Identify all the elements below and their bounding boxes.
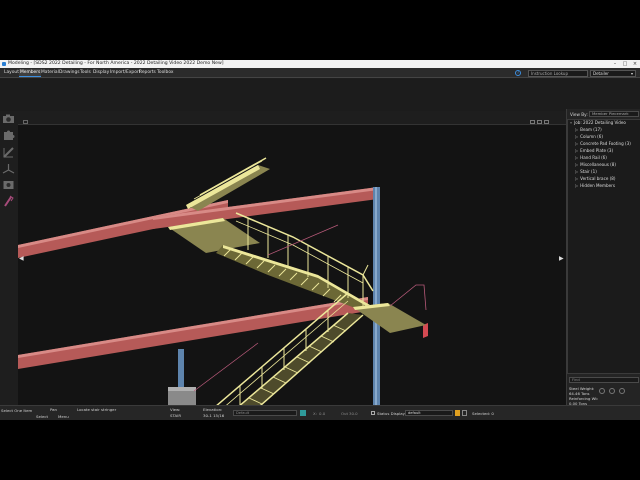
steel-model-drawing	[18, 157, 428, 420]
title-bar: Modeling - [SDS2 2022 Detailing - For No…	[0, 60, 640, 68]
help-circle-icon[interactable]: ?	[515, 69, 521, 76]
ribbon-area	[0, 79, 640, 111]
menu-import-export[interactable]: Import/Export	[109, 69, 141, 77]
stair-middle-flight	[216, 245, 370, 311]
settings-icon[interactable]	[462, 410, 467, 416]
x-label: X:	[313, 411, 317, 416]
locate-hint: Locate stair stringer	[77, 407, 117, 412]
model-viewport[interactable]	[18, 124, 566, 420]
x-value: 0.0	[319, 411, 326, 416]
chevron-right-icon: ▷	[575, 148, 579, 153]
tree-item-beam[interactable]: ▷ Beam (17)	[575, 127, 602, 133]
status-display-label: Status Display	[377, 411, 405, 416]
menu-toolbox[interactable]: Toolbox	[156, 69, 174, 77]
chevron-right-icon: ▷	[575, 176, 579, 181]
member-tree-panel: View By: Member Piecemark ▿ Job: 2022 Det…	[566, 109, 640, 406]
status-display-select[interactable]: default	[405, 410, 453, 416]
color-swatch-icon[interactable]	[300, 410, 306, 416]
status-display-checkbox[interactable]	[371, 411, 375, 415]
chevron-right-icon: ▷	[575, 141, 579, 146]
tree-item-hand-rail[interactable]: ▷ Hand Rail (6)	[575, 155, 607, 161]
axes-icon[interactable]	[2, 163, 15, 175]
prompt-select-one-item: Select One Item	[1, 408, 33, 413]
menu-bar: Layout Members Material Drawings Tools D…	[0, 68, 640, 78]
elevation-label: Elevation:	[203, 407, 223, 412]
mouse-select-hint: Select	[36, 414, 49, 419]
app-logo-icon	[2, 62, 6, 66]
menu-members[interactable]: Members	[19, 69, 42, 77]
camera-icon[interactable]	[2, 113, 15, 125]
chevron-down-icon: ▿	[570, 120, 573, 125]
instruction-lookup-input[interactable]: Instruction Lookup	[528, 69, 588, 77]
role-select[interactable]: Detailer ▾	[590, 69, 636, 77]
puzzle-icon[interactable]	[2, 129, 15, 141]
mouse-pan-hint: Pan	[50, 407, 58, 412]
chevron-right-icon: ▷	[575, 183, 579, 188]
collapse-left-arrow-icon[interactable]: ◀	[19, 255, 24, 262]
tree-root[interactable]: ▿ Job: 2022 Detailing Video	[570, 120, 626, 126]
menu-layout[interactable]: Layout	[3, 69, 20, 77]
tree-item-column[interactable]: ▷ Column (6)	[575, 134, 603, 140]
minimize-icon[interactable]: –	[610, 60, 620, 68]
out-value: 30.0	[349, 411, 358, 416]
menu-display[interactable]: Display	[92, 69, 110, 77]
snapshot-icon[interactable]	[2, 179, 15, 191]
view-value: STAIR	[170, 413, 182, 418]
tree-item-concrete-pad-footing[interactable]: ▷ Concrete Pad Footing (3)	[575, 141, 631, 147]
tree-item-hidden-members[interactable]: ▷ Hidden Members	[575, 183, 615, 189]
menu-tools[interactable]: Tools	[79, 69, 92, 77]
collapse-right-arrow-icon[interactable]: ▶	[559, 255, 564, 262]
view-label: View:	[170, 407, 181, 412]
tree-item-vertical-brace[interactable]: ▷ Vertical brace (8)	[575, 176, 615, 182]
view-by-select[interactable]: Member Piecemark	[589, 110, 639, 117]
chevron-right-icon: ▷	[575, 162, 579, 167]
zoom-out-icon[interactable]	[619, 388, 625, 394]
zoom-in-icon[interactable]	[609, 388, 615, 394]
status-bar: Select One Item Pan Locate stair stringe…	[0, 405, 640, 420]
selected-count: Selected: 0	[472, 411, 494, 416]
member-tree: ▿ Job: 2022 Detailing Video ▷ Beam (17) ▷ C…	[567, 119, 640, 374]
mouse-menu-hint: Menu	[58, 414, 69, 419]
chevron-down-icon: ▾	[630, 70, 633, 76]
tree-item-miscellaneous[interactable]: ▷ Miscellaneous (8)	[575, 162, 616, 168]
measure-icon[interactable]	[2, 146, 15, 158]
chevron-right-icon: ▷	[575, 134, 579, 139]
window-title: Modeling - [SDS2 2022 Detailing - For No…	[8, 61, 224, 66]
out-label: Out	[341, 411, 349, 416]
tree-item-embed-plate[interactable]: ▷ Embed Plate (3)	[575, 148, 613, 154]
menu-drawings[interactable]: Drawings	[58, 69, 81, 77]
application-window: Modeling - [SDS2 2022 Detailing - For No…	[0, 60, 640, 420]
tree-item-stair[interactable]: ▷ Stair (1)	[575, 169, 597, 175]
paint-icon[interactable]	[2, 195, 15, 207]
find-input[interactable]: Find	[569, 377, 639, 383]
default-field[interactable]: Default	[233, 410, 297, 416]
folder-icon[interactable]	[455, 410, 460, 416]
close-icon[interactable]: ×	[630, 60, 640, 68]
maximize-icon[interactable]: □	[620, 60, 630, 68]
view-by-label: View By:	[570, 112, 588, 117]
menu-material[interactable]: Material	[40, 69, 60, 77]
chevron-right-icon: ▷	[575, 127, 579, 132]
weight-icon[interactable]	[599, 388, 605, 394]
elevation-value: 30-1 15/16	[203, 413, 225, 418]
left-tool-strip	[0, 111, 18, 405]
chevron-right-icon: ▷	[575, 155, 579, 160]
chevron-right-icon: ▷	[575, 169, 579, 174]
menu-reports[interactable]: Reports	[138, 69, 157, 77]
